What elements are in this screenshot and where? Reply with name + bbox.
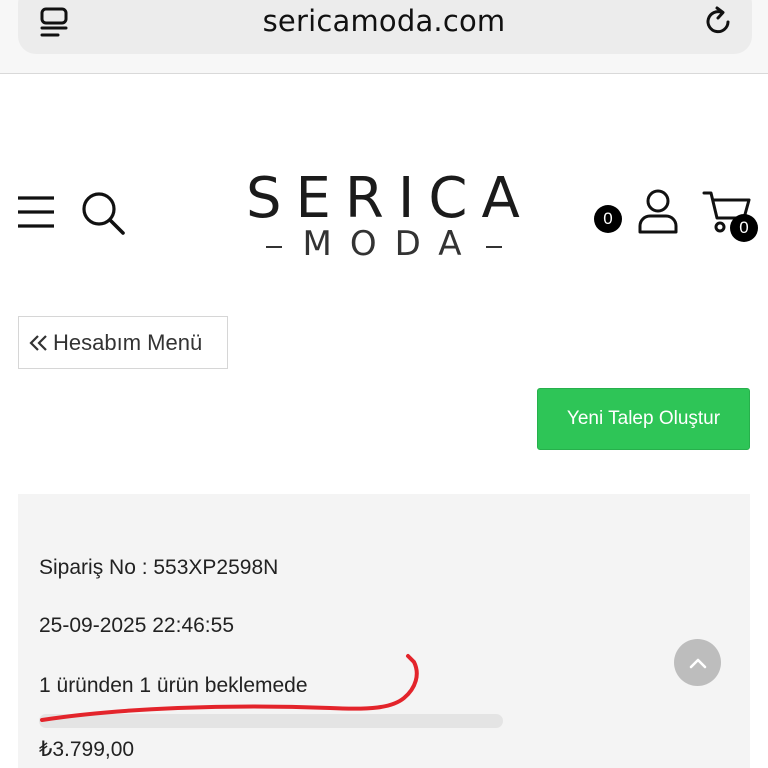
new-request-button[interactable]: Yeni Talep Oluştur	[537, 388, 750, 450]
order-card[interactable]: Sipariş No : 553XP2598N 25-09-2025 22:46…	[18, 494, 750, 768]
account-menu-label: Hesabım Menü	[53, 329, 203, 355]
reload-icon[interactable]	[702, 4, 736, 38]
order-date: 25-09-2025 22:46:55	[39, 614, 234, 637]
new-request-label: Yeni Talep Oluştur	[566, 408, 721, 429]
site-logo[interactable]: SERICA MODA	[232, 166, 532, 266]
wishlist-count-badge[interactable]: 0	[594, 205, 622, 233]
browser-address-bar: sericamoda.com	[0, 0, 768, 74]
logo-dash-right	[486, 246, 502, 248]
order-progress-bar	[39, 714, 503, 728]
hamburger-menu-icon[interactable]	[16, 194, 56, 230]
search-icon[interactable]	[80, 190, 126, 236]
order-status: 1 üründen 1 ürün beklemede	[39, 674, 308, 697]
scroll-to-top-button[interactable]	[674, 639, 721, 686]
logo-wordmark: SERICA	[246, 166, 534, 231]
url-text[interactable]: sericamoda.com	[0, 4, 768, 38]
double-chevron-left-icon	[29, 334, 47, 351]
order-price: ₺3.799,00	[39, 738, 135, 761]
order-number: Sipariş No : 553XP2598N	[39, 556, 279, 579]
chevron-up-icon	[689, 658, 706, 668]
user-icon[interactable]	[636, 188, 680, 236]
account-menu-button[interactable]: Hesabım Menü	[18, 316, 228, 369]
cart-count-badge[interactable]: 0	[730, 214, 758, 242]
logo-subtitle: MODA	[302, 224, 480, 264]
